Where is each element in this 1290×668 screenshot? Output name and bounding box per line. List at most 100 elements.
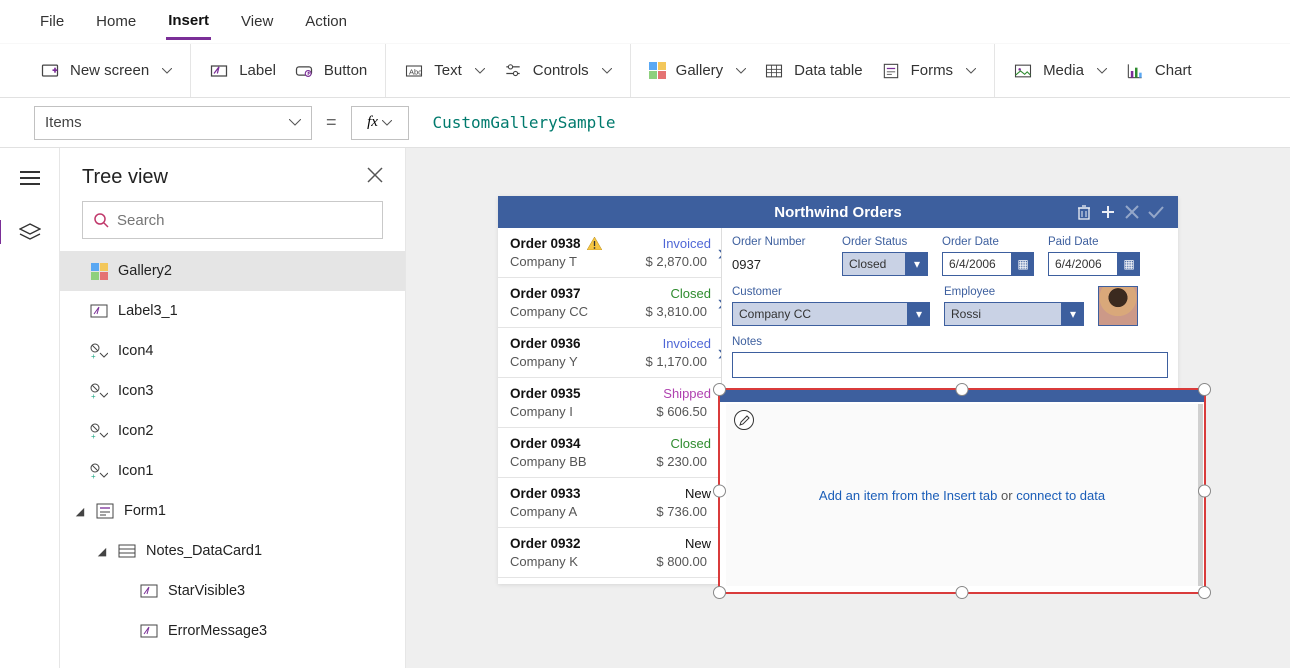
tree-search[interactable]: [82, 201, 383, 239]
icons-icon: +: [90, 382, 108, 400]
add-icon[interactable]: [1096, 200, 1120, 224]
order-name: Order 0937: [510, 286, 581, 301]
order-status-select[interactable]: Closed▾: [842, 252, 928, 276]
delete-icon[interactable]: [1072, 200, 1096, 224]
order-amount: $ 230.00: [656, 454, 707, 469]
menu-home[interactable]: Home: [94, 5, 138, 38]
tree-search-input[interactable]: [117, 212, 372, 229]
canvas[interactable]: Northwind Orders Order 0938 InvoicedComp…: [406, 148, 1290, 668]
menu-insert[interactable]: Insert: [166, 4, 211, 40]
pencil-icon: [739, 415, 750, 426]
resize-handle[interactable]: [956, 586, 969, 599]
order-row[interactable]: Order 0935 ShippedCompany I$ 606.50›: [498, 378, 721, 428]
menu-file[interactable]: File: [38, 5, 66, 38]
tree-node-starvisible3[interactable]: StarVisible3: [60, 571, 405, 611]
formula-input[interactable]: CustomGallerySample: [423, 106, 1266, 140]
tree-list[interactable]: Gallery2 Label3_1 + Icon4 + Icon3 + Icon…: [60, 251, 405, 668]
placeholder-or: or: [997, 488, 1016, 503]
chevron-down-icon: ▾: [906, 252, 928, 276]
search-icon: [93, 212, 109, 228]
notes-input[interactable]: [732, 352, 1168, 378]
label-icon: [140, 582, 158, 600]
table-icon: [764, 61, 784, 81]
side-tabs: [0, 148, 60, 668]
controls-button[interactable]: Controls: [503, 61, 612, 81]
media-button[interactable]: Media: [1013, 61, 1107, 81]
tree-node-label: StarVisible3: [168, 583, 245, 599]
check-icon[interactable]: [1144, 200, 1168, 224]
order-row[interactable]: Order 0933 NewCompany A$ 736.00›: [498, 478, 721, 528]
chart-button[interactable]: Chart: [1125, 61, 1192, 81]
tree-view-title: Tree view: [82, 166, 168, 189]
paid-date-input[interactable]: 6/4/2006▦: [1048, 252, 1140, 276]
label-button[interactable]: Label: [209, 61, 276, 81]
resize-handle[interactable]: [1198, 383, 1211, 396]
tree-node-notes-datacard1[interactable]: ◢ Notes_DataCard1: [60, 531, 405, 571]
gallery-button[interactable]: Gallery: [649, 62, 747, 79]
order-company: Company K: [510, 554, 578, 569]
cancel-icon[interactable]: [1120, 200, 1144, 224]
text-icon: Abc: [404, 61, 424, 81]
caret-down-icon[interactable]: ◢: [74, 505, 86, 518]
fx-button[interactable]: fx: [351, 106, 409, 140]
resize-handle[interactable]: [713, 383, 726, 396]
chevron-down-icon: [1097, 68, 1107, 74]
edit-badge[interactable]: [734, 410, 754, 430]
connect-data-link[interactable]: connect to data: [1016, 488, 1105, 503]
order-row[interactable]: Order 0932 NewCompany K$ 800.00›: [498, 528, 721, 578]
resize-handle[interactable]: [1198, 485, 1211, 498]
warning-icon: [587, 237, 602, 250]
customer-select[interactable]: Company CC▾: [732, 302, 930, 326]
tree-node-icon2[interactable]: + Icon2: [60, 411, 405, 451]
caret-down-icon[interactable]: ◢: [96, 545, 108, 558]
new-screen-button[interactable]: New screen: [40, 61, 172, 81]
sidebar-tree-tab[interactable]: [10, 216, 50, 248]
property-selector[interactable]: Items: [34, 106, 312, 140]
menu-view[interactable]: View: [239, 5, 275, 38]
sidebar-hamburger[interactable]: [10, 162, 50, 194]
tree-node-gallery2[interactable]: Gallery2: [60, 251, 405, 291]
order-row[interactable]: Order 0938 InvoicedCompany T$ 2,870.00›: [498, 228, 721, 278]
label-notes: Notes: [732, 336, 1168, 348]
order-amount: $ 1,170.00: [646, 354, 707, 369]
order-amount: $ 736.00: [656, 504, 707, 519]
forms-button[interactable]: Forms: [881, 61, 977, 81]
employee-select[interactable]: Rossi▾: [944, 302, 1084, 326]
tree-node-label: Gallery2: [118, 263, 172, 279]
label-order-number: Order Number: [732, 236, 828, 248]
button-button[interactable]: Button: [294, 61, 367, 81]
order-row[interactable]: Order 0934 ClosedCompany BB$ 230.00›: [498, 428, 721, 478]
order-company: Company T: [510, 254, 577, 269]
resize-handle[interactable]: [713, 586, 726, 599]
button-btn-label: Button: [324, 62, 367, 79]
add-item-link[interactable]: Add an item from the Insert tab: [819, 488, 997, 503]
tree-node-icon3[interactable]: + Icon3: [60, 371, 405, 411]
close-tree-button[interactable]: [367, 167, 383, 188]
tree-node-label3_1[interactable]: Label3_1: [60, 291, 405, 331]
tree-node-errormessage3[interactable]: ErrorMessage3: [60, 611, 405, 651]
tree-node-label: Icon4: [118, 343, 153, 359]
menu-action[interactable]: Action: [303, 5, 349, 38]
tree-node-icon1[interactable]: + Icon1: [60, 451, 405, 491]
tree-node-form1[interactable]: ◢ Form1: [60, 491, 405, 531]
resize-handle[interactable]: [713, 485, 726, 498]
order-row[interactable]: Order 0937 ClosedCompany CC$ 3,810.00›: [498, 278, 721, 328]
svg-text:+: +: [91, 392, 96, 399]
resize-handle[interactable]: [1198, 586, 1211, 599]
resize-handle[interactable]: [956, 383, 969, 396]
orders-list[interactable]: Order 0938 InvoicedCompany T$ 2,870.00›O…: [498, 228, 722, 584]
gallery2-selection[interactable]: Add an item from the Insert tab or conne…: [718, 388, 1206, 594]
order-row[interactable]: Order 0936 InvoicedCompany Y$ 1,170.00›: [498, 328, 721, 378]
order-date-input[interactable]: 6/4/2006▦: [942, 252, 1034, 276]
tree-node-label: Icon3: [118, 383, 153, 399]
chevron-down-icon: [162, 68, 172, 74]
order-name: Order 0936: [510, 336, 581, 351]
order-name: Order 0935: [510, 386, 581, 401]
chart-icon: [1125, 61, 1145, 81]
tree-node-label: ErrorMessage3: [168, 623, 267, 639]
text-button[interactable]: Abc Text: [404, 61, 485, 81]
data-table-button[interactable]: Data table: [764, 61, 862, 81]
tree-node-icon4[interactable]: + Icon4: [60, 331, 405, 371]
equals-sign: =: [326, 112, 337, 133]
forms-btn-label: Forms: [911, 62, 954, 79]
